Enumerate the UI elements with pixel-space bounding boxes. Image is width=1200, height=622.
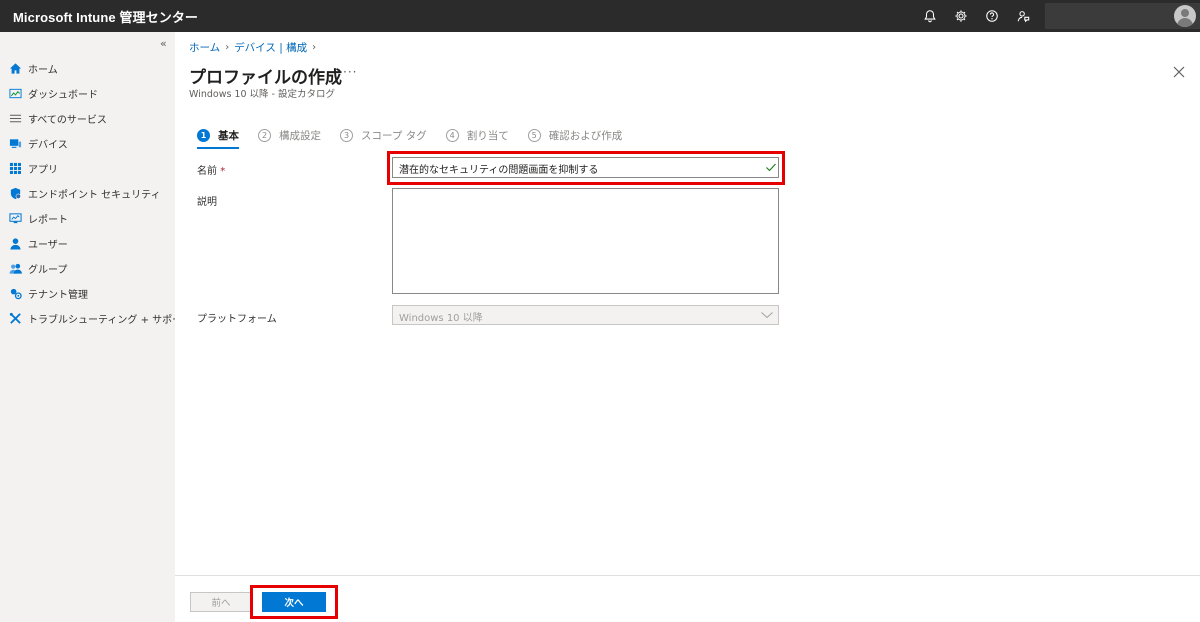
group-icon	[9, 262, 22, 275]
step-number: 5	[527, 128, 541, 142]
sidebar-nav: ホーム ダッシュボード すべてのサービス デバイス アプリ エンドポイント セキ…	[0, 56, 192, 331]
chevron-down-icon	[761, 312, 773, 319]
sidebar-item-all-services[interactable]: すべてのサービス	[0, 106, 175, 131]
sidebar-item-groups[interactable]: グループ	[0, 256, 175, 281]
sidebar-item-label: エンドポイント セキュリティ	[28, 190, 161, 201]
step-assignments[interactable]: 4 割り当て	[445, 128, 509, 143]
dashboard-icon	[9, 87, 22, 100]
top-bar: Microsoft Intune 管理センター	[0, 0, 1200, 32]
step-label: スコープ タグ	[361, 129, 427, 142]
shield-icon	[9, 187, 22, 200]
step-configuration-settings[interactable]: 2 構成設定	[258, 128, 321, 143]
sidebar-item-reports[interactable]: レポート	[0, 206, 175, 231]
breadcrumb-separator: ›	[312, 42, 317, 53]
sidebar-item-home[interactable]: ホーム	[0, 56, 175, 81]
close-icon[interactable]	[1171, 64, 1187, 80]
tenant-icon	[9, 287, 22, 300]
feedback-icon[interactable]	[1007, 0, 1038, 32]
help-icon[interactable]	[976, 0, 1007, 32]
main-panel: ホーム › デバイス | 構成 › プロファイルの作成 ··· Windows …	[175, 32, 1200, 622]
sidebar-item-devices[interactable]: デバイス	[0, 131, 175, 156]
home-icon	[9, 62, 22, 75]
name-label: 名前 *	[197, 162, 225, 177]
step-label: 割り当て	[466, 129, 509, 142]
name-label-text: 名前	[197, 166, 217, 177]
avatar[interactable]	[1174, 5, 1196, 27]
step-number: 2	[258, 128, 271, 142]
description-textarea[interactable]	[392, 188, 779, 294]
sidebar-item-label: すべてのサービス	[28, 115, 107, 126]
sidebar-item-endpoint-security[interactable]: エンドポイント セキュリティ	[0, 181, 175, 206]
wizard-steps: 1 基本 2 構成設定 3 スコープ タグ 4 割り当て 5 確認および作成	[197, 127, 641, 149]
collapse-sidebar-button[interactable]: «	[160, 37, 167, 50]
step-label: 確認および作成	[548, 129, 623, 142]
breadcrumb-devices-config-link[interactable]: デバイス | 構成	[234, 40, 307, 55]
sidebar-item-users[interactable]: ユーザー	[0, 231, 175, 256]
sidebar-item-label: グループ	[28, 265, 68, 276]
step-basics[interactable]: 1 基本	[197, 128, 239, 149]
page-title: プロファイルの作成	[189, 68, 342, 88]
sidebar-item-label: ユーザー	[28, 240, 68, 251]
step-scope-tags[interactable]: 3 スコープ タグ	[340, 128, 427, 143]
sidebar-item-tenant-admin[interactable]: テナント管理	[0, 281, 175, 306]
footer-divider	[175, 575, 1200, 576]
list-icon	[9, 112, 22, 125]
breadcrumb: ホーム › デバイス | 構成 ›	[189, 40, 321, 55]
tools-icon	[9, 312, 22, 325]
sidebar-item-label: レポート	[28, 215, 68, 226]
step-label: 構成設定	[279, 129, 321, 142]
description-label: 説明	[197, 197, 217, 208]
user-icon	[9, 237, 22, 250]
sidebar-item-label: ホーム	[28, 65, 58, 76]
breadcrumb-home-link[interactable]: ホーム	[189, 40, 220, 55]
platform-select[interactable]: Windows 10 以降	[392, 305, 779, 325]
gear-icon[interactable]	[945, 0, 976, 32]
app-title[interactable]: Microsoft Intune 管理センター	[0, 7, 198, 26]
avatar-body	[1177, 18, 1193, 27]
platform-label: プラットフォーム	[197, 314, 277, 325]
name-input[interactable]: 潜在的なセキュリティの問題画面を抑制する	[392, 157, 779, 178]
previous-button[interactable]: 前へ	[190, 592, 252, 612]
sidebar-item-label: テナント管理	[28, 290, 88, 301]
account-area[interactable]	[1045, 3, 1200, 29]
required-mark: *	[220, 166, 226, 177]
devices-icon	[9, 137, 22, 150]
check-icon	[766, 163, 776, 172]
more-options-button[interactable]: ···	[343, 65, 357, 79]
next-button[interactable]: 次へ	[262, 592, 326, 612]
sidebar-item-dashboard[interactable]: ダッシュボード	[0, 81, 175, 106]
bell-icon[interactable]	[914, 0, 945, 32]
breadcrumb-separator: ›	[225, 42, 230, 53]
sidebar-item-label: ダッシュボード	[28, 90, 98, 101]
sidebar-item-apps[interactable]: アプリ	[0, 156, 175, 181]
step-label: 基本	[218, 129, 239, 142]
step-number: 4	[445, 128, 459, 142]
reports-icon	[9, 212, 22, 225]
sidebar-item-troubleshooting[interactable]: トラブルシューティング + サポート	[0, 306, 192, 331]
sidebar: « ホーム ダッシュボード すべてのサービス デバイス アプリ エンドポイント …	[0, 32, 192, 622]
sidebar-item-label: デバイス	[28, 140, 68, 151]
sidebar-item-label: トラブルシューティング + サポート	[28, 315, 193, 326]
page-subtitle: Windows 10 以降 - 設定カタログ	[189, 89, 336, 100]
step-number: 1	[197, 128, 210, 142]
step-number: 3	[340, 128, 353, 142]
topbar-icons	[914, 0, 1038, 32]
avatar-head	[1181, 9, 1189, 17]
apps-icon	[9, 162, 22, 175]
step-review-create[interactable]: 5 確認および作成	[527, 128, 623, 143]
sidebar-item-label: アプリ	[28, 165, 58, 176]
